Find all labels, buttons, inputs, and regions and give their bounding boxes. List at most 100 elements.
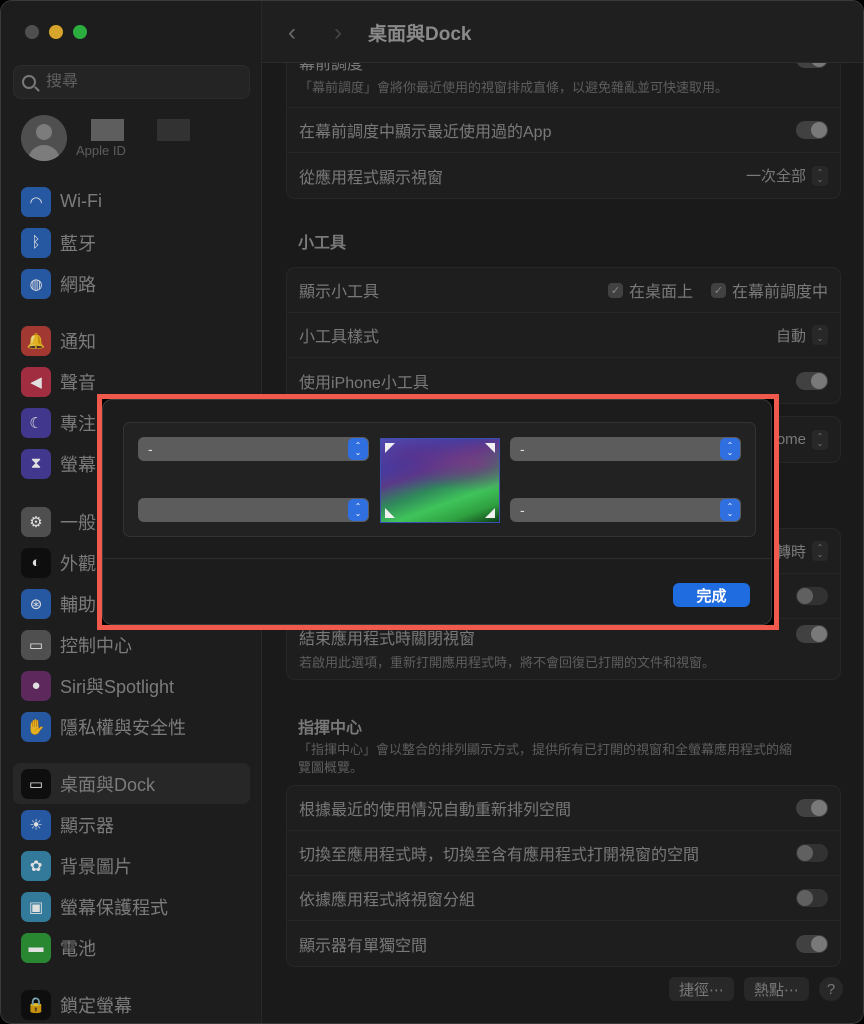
iphone-widgets-toggle[interactable] [796,371,828,390]
accessibility-icon: ⊛ [21,588,51,619]
mission-control-row: 顯示器有單獨空間 [287,921,840,966]
siri-icon: ● [21,670,51,701]
hand-icon: ✋ [21,711,51,742]
widgets-group: 顯示小工具 ✓ 在桌面上 ✓ 在幕前調度中 小工具樣式 自動 ⌃ ⌄ 使用iPh… [286,267,841,404]
bottom-left-corner-select[interactable]: ⌃ ⌄ [138,498,369,522]
search-input[interactable] [46,73,226,91]
bluetooth-icon: ᛒ [21,227,51,258]
sidebar-item-bell[interactable]: 🔔 通知 [13,320,250,361]
hidden-toggle[interactable] [796,587,828,605]
sidebar-item-label: 電池 [60,938,96,959]
show-widgets-row: 顯示小工具 ✓ 在桌面上 ✓ 在幕前調度中 [287,268,840,313]
mission-control-toggle[interactable] [796,934,828,953]
mission-control-desc: 「指揮中心」會以整合的排列顯示方式，提供所有已打開的視窗和全螢幕應用程式的縮覽圖… [298,742,793,776]
sidebar-item-label: 顯示器 [60,815,114,836]
system-settings-window: Apple ID ◠ Wi-Fi ᛒ 藍牙 ◍ 網路 🔔 通知 ◀ 聲音 ☾ 專注 ⧗ 螢幕 ⚙ 一般 ◐ 外… [0,0,864,1024]
footer-buttons: 捷徑⋯ 熱點⋯ ? [668,977,843,1001]
widgets-title: 小工具 [298,235,347,252]
gear-icon: ⚙ [21,506,51,537]
checkmark-icon: ✓ [607,282,623,298]
close-button[interactable] [25,25,39,39]
show-windows-popup[interactable]: 一次全部 ⌃ ⌄ [746,165,828,186]
sidebar-item-battery[interactable]: ▬ 電池 [13,927,250,968]
mission-control-toggle[interactable] [796,889,828,908]
mission-control-row-label: 根據最近的使用情況自動重新排列空間 [299,802,572,820]
globe-icon: ◍ [21,268,51,299]
show-windows-label: 從應用程式顯示視窗 [299,169,444,187]
show-recent-apps-toggle[interactable] [796,121,828,139]
sidebar-item-hand[interactable]: ✋ 隱私權與安全性 [13,706,250,747]
sidebar-item-label: 輔助 [60,594,96,615]
mission-control-toggle[interactable] [796,799,828,818]
widget-style-value: 自動 [775,327,806,345]
help-button[interactable]: ? [819,977,843,1001]
top-right-corner-select[interactable]: - ⌃ ⌄ [510,437,741,461]
sidebar-item-label: 通知 [60,331,96,352]
default-browser-popup[interactable]: ome ⌃ ⌄ [776,429,828,450]
sidebar-item-wallpaper[interactable]: ✿ 背景圖片 [13,845,250,886]
wifi-icon: ◠ [21,186,51,217]
search-field[interactable] [13,65,250,99]
control-center-icon: ▭ [21,629,51,660]
sidebar-item-screensaver[interactable]: ▣ 螢幕保護程式 [13,886,250,927]
corner-marker-icon [385,508,395,518]
forward-button[interactable]: › [334,19,342,47]
sidebar-group-lock: 🔒 鎖定螢幕 [13,984,250,1023]
screensaver-icon: ▣ [21,891,51,922]
sidebar-item-display[interactable]: ☀ 顯示器 [13,804,250,845]
in-stage-manager-checkbox[interactable]: ✓ 在幕前調度中 [710,278,828,302]
sidebar-item-control-center[interactable]: ▭ 控制中心 [13,624,250,665]
sidebar-item-globe[interactable]: ◍ 網路 [13,263,250,304]
apple-id-profile[interactable]: Apple ID [21,115,190,161]
sidebar-item-wifi[interactable]: ◠ Wi-Fi [13,181,250,222]
widget-style-popup[interactable]: 自動 ⌃ ⌄ [776,325,828,346]
bell-icon: 🔔 [21,325,51,356]
mission-control-row-label: 切換至應用程式時，切換至含有應用程式打開視窗的空間 [299,847,700,865]
shortcuts-button[interactable]: 捷徑⋯ [668,977,734,1001]
iphone-widgets-label: 使用iPhone小工具 [299,374,429,392]
window-controls [25,25,87,39]
mission-control-row-label: 顯示器有單獨空間 [299,937,428,955]
checkmark-icon: ✓ [710,282,726,298]
default-browser-value: ome [776,431,806,448]
minimize-button[interactable] [49,25,63,39]
sidebar-item-lock[interactable]: 🔒 鎖定螢幕 [13,984,250,1023]
highlight-outline: - ⌃ ⌄ ⌃ ⌄ - ⌃ ⌄ - ⌃ ⌄ 完成 [97,394,779,630]
hourglass-icon: ⧗ [21,448,51,479]
bottom-right-corner-select[interactable]: - ⌃ ⌄ [510,498,741,522]
lock-icon: 🔒 [21,989,51,1020]
show-windows-from-app-row: 從應用程式顯示視窗 一次全部 ⌃ ⌄ [287,153,840,198]
in-stage-manager-label: 在幕前調度中 [731,284,828,301]
desktop-preview-image [380,438,500,523]
sidebar-item-label: 桌面與Dock [60,774,156,795]
appearance-icon: ◐ [21,547,51,578]
close-windows-toggle[interactable] [796,625,828,643]
redacted-name-2 [157,119,190,141]
tab-preference-popup[interactable]: 轉時 ⌃ ⌄ [776,541,828,562]
mission-control-row: 根據最近的使用情況自動重新排列空間 [287,786,840,832]
zoom-button[interactable] [73,25,87,39]
wallpaper-icon: ✿ [21,850,51,881]
top-left-corner-select[interactable]: - ⌃ ⌄ [138,437,369,461]
sidebar-item-label: 控制中心 [60,635,132,656]
show-recent-apps-row: 在幕前調度中顯示最近使用過的App [287,108,840,153]
back-button[interactable]: ‹ [288,19,296,47]
close-windows-desc: 若啟用此選項，重新打開應用程式時，將不會回復已打開的文件和視窗。 [299,655,716,670]
on-desktop-checkbox[interactable]: ✓ 在桌面上 [607,278,693,302]
sidebar-item-label: 外觀 [60,553,96,574]
sidebar-item-bluetooth[interactable]: ᛒ 藍牙 [13,222,250,263]
sidebar-item-label: 專注 [60,413,96,434]
done-button[interactable]: 完成 [673,583,750,607]
chevron-updown-icon: ⌃ ⌄ [348,438,368,460]
sidebar-item-label: 網路 [60,274,96,295]
mission-control-toggle[interactable] [796,844,828,863]
corner-marker-icon [485,508,495,518]
page-title: 桌面與Dock [368,24,472,45]
sidebar-item-label: 聲音 [60,372,96,393]
chevron-updown-icon: ⌃ ⌄ [348,499,368,521]
sidebar-item-siri[interactable]: ● Siri與Spotlight [13,665,250,706]
hot-corners-button[interactable]: 熱點⋯ [743,977,809,1001]
corner-marker-icon [385,443,395,453]
sidebar-item-desktop-dock[interactable]: ▭ 桌面與Dock [13,763,250,804]
chevron-updown-icon: ⌃ ⌄ [720,438,740,460]
